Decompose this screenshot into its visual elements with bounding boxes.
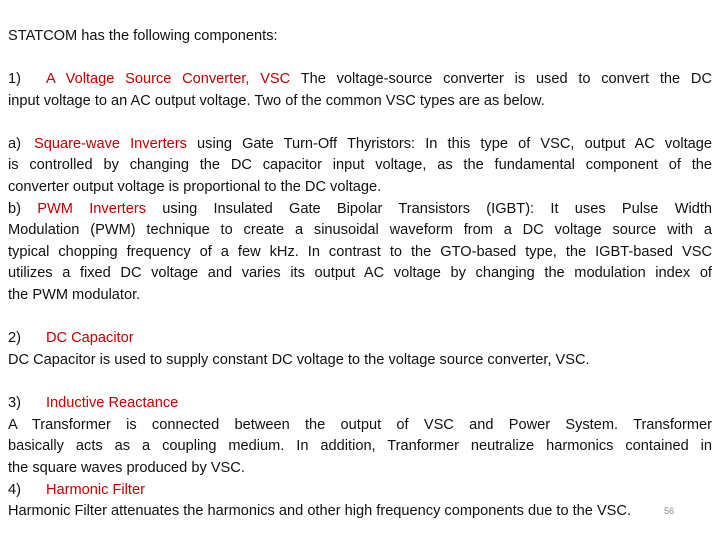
slide-heading: STATCOM has the following components:	[8, 28, 278, 44]
section-number: 3)	[8, 395, 21, 411]
section-reactance-heading: 3) Inductive Reactance	[8, 393, 712, 414]
subsection-pwm-line-3: typical chopping frequency of a few kHz.…	[8, 244, 712, 260]
subsection-label: b)	[8, 201, 21, 217]
section-filter-body: Harmonic Filter attenuates the harmonics…	[8, 503, 632, 519]
section-reactance-line-1: A Transformer is connected between the o…	[8, 417, 712, 433]
slide-number: 56	[664, 506, 675, 516]
subsection-square-line-2: is controlled by changing the DC capacit…	[8, 157, 712, 173]
subsection-pwm-line-4: utilizes a fixed DC voltage and varies i…	[8, 265, 712, 281]
section-reactance-line-2: basically acts as a coupling medium. In …	[8, 438, 712, 454]
section-number: 2)	[8, 330, 21, 346]
section-vsc-line-1: 1) A Voltage Source Converter, VSC The vo…	[8, 69, 712, 90]
section-reactance-line-3: the square waves produced by VSC.	[8, 460, 245, 476]
subsection-title-square: Square-wave Inverters	[34, 136, 187, 152]
section-title-reactance: Inductive Reactance	[46, 395, 179, 411]
section-vsc-line-2: input voltage to an AC output voltage. T…	[8, 93, 545, 109]
section-title-vsc: A Voltage Source Converter, VSC	[46, 71, 291, 87]
section-title-filter: Harmonic Filter	[46, 482, 145, 498]
subsection-pwm-line-2: Modulation (PWM) technique to create a s…	[8, 222, 712, 238]
section-capacitor-heading: 2) DC Capacitor	[8, 328, 712, 349]
subsection-pwm-line-5: the PWM modulator.	[8, 287, 141, 303]
section-filter-heading: 4) Harmonic Filter	[8, 480, 712, 501]
subsection-text: using Gate Turn-Off Thyristors: In this …	[186, 136, 712, 152]
subsection-pwm-line-1: b) PWM Inverters using Insulated Gate Bi…	[8, 199, 712, 220]
subsection-text: using Insulated Gate Bipolar Transistors…	[146, 201, 713, 217]
section-capacitor-body: DC Capacitor is used to supply constant …	[8, 352, 590, 368]
subsection-square-line-3: converter output voltage is proportional…	[8, 179, 382, 195]
subsection-square-line-1: a) Square-wave Inverters using Gate Turn-…	[8, 134, 712, 155]
section-number: 4)	[8, 482, 21, 498]
subsection-label: a)	[8, 136, 21, 152]
section-title-capacitor: DC Capacitor	[46, 330, 134, 346]
section-text: The voltage-source converter is used to …	[290, 71, 712, 87]
subsection-title-pwm: PWM Inverters	[37, 201, 147, 217]
section-number: 1)	[8, 71, 21, 87]
